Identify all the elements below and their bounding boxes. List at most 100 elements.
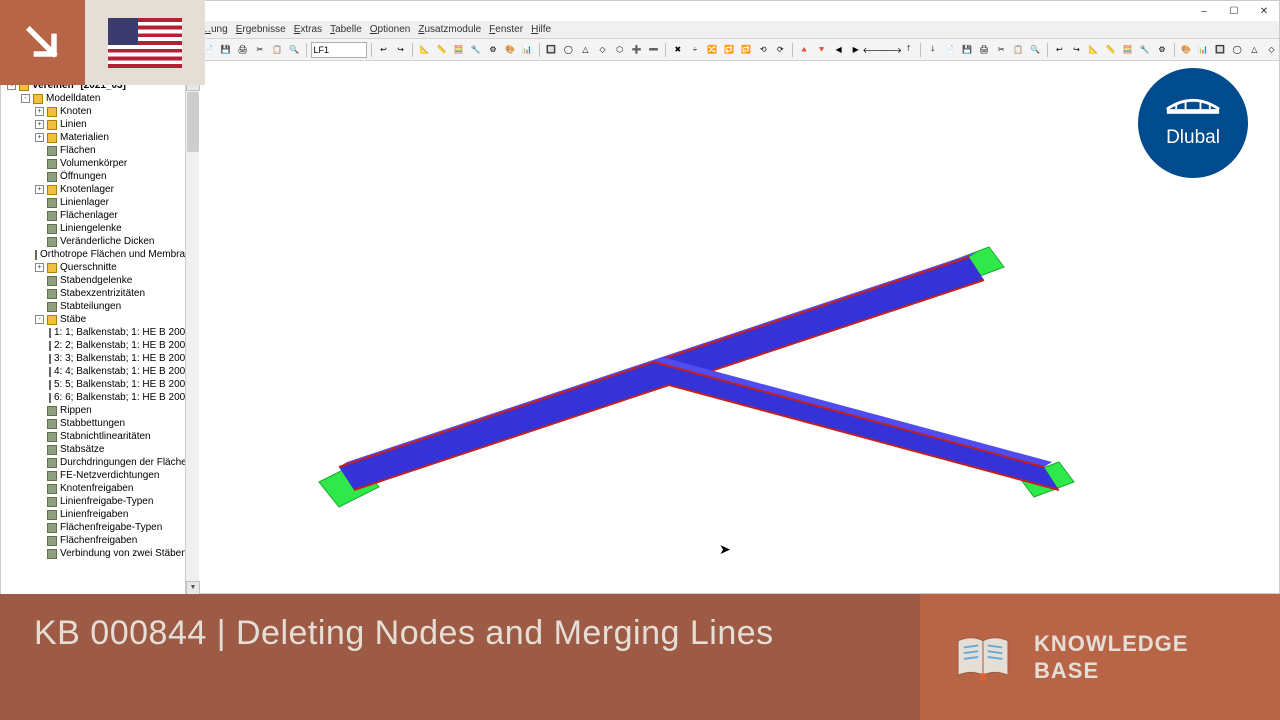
minimize-button[interactable]: –: [1189, 1, 1219, 21]
tree-item[interactable]: Flächenfreigabe-Typen: [1, 521, 198, 534]
tree-item[interactable]: Stabexzentrizitäten: [1, 287, 198, 300]
toolbar-icon[interactable]: 🔍: [286, 42, 301, 58]
toolbar-icon[interactable]: 🧮: [451, 42, 466, 58]
close-button[interactable]: ✕: [1249, 1, 1279, 21]
scroll-thumb[interactable]: [187, 92, 199, 152]
toolbar-icon[interactable]: ÷: [687, 42, 702, 58]
tree-item[interactable]: +Knotenlager: [1, 183, 198, 196]
tree-item[interactable]: Flächenlager: [1, 209, 198, 222]
tree-item[interactable]: +Linien: [1, 118, 198, 131]
toolbar-icon[interactable]: ➕: [629, 42, 644, 58]
tree-item[interactable]: +Materialien: [1, 131, 198, 144]
tree-item[interactable]: Linienlager: [1, 196, 198, 209]
tree-item[interactable]: Flächenfreigaben: [1, 534, 198, 547]
maximize-button[interactable]: ☐: [1219, 1, 1249, 21]
tree-item[interactable]: 3: 3; Balkenstab; 1: HE B 200 | DIN: [1, 352, 198, 365]
tree-item[interactable]: 2: 2; Balkenstab; 1: HE B 200 | DIN: [1, 339, 198, 352]
toolbar-icon[interactable]: ◯: [561, 42, 576, 58]
toolbar-icon[interactable]: ↩: [1052, 42, 1067, 58]
toolbar-icon[interactable]: 📊: [520, 42, 535, 58]
toolbar-icon[interactable]: 📐: [1086, 42, 1101, 58]
tree-item[interactable]: Orthotrope Flächen und Membranen: [1, 248, 198, 261]
load-case-combo[interactable]: LF1: [311, 42, 368, 58]
menu-item[interactable]: Optionen: [370, 24, 411, 35]
tree-item[interactable]: Knotenfreigaben: [1, 482, 198, 495]
toolbar-icon[interactable]: 🎨: [1178, 42, 1193, 58]
toolbar-icon[interactable]: ⬡: [612, 42, 627, 58]
tree-item[interactable]: 4: 4; Balkenstab; 1: HE B 200 | DIN: [1, 365, 198, 378]
tree-item[interactable]: Liniengelenke: [1, 222, 198, 235]
tree-item[interactable]: Flächen: [1, 144, 198, 157]
navigator-tree[interactable]: -Vereinen* [2021_03]-Modelldaten+Knoten+…: [1, 77, 198, 595]
toolbar-icon[interactable]: 📋: [269, 42, 284, 58]
toolbar-icon[interactable]: 🔻: [814, 42, 829, 58]
tree-item[interactable]: Stabnichtlinearitäten: [1, 430, 198, 443]
scroll-down-icon[interactable]: ▼: [186, 581, 200, 595]
toolbar-icon[interactable]: ⚙: [1154, 42, 1169, 58]
toolbar-icon[interactable]: 🔺: [797, 42, 812, 58]
tree-item[interactable]: Linienfreigabe-Typen: [1, 495, 198, 508]
toolbar-icon[interactable]: 🔲: [544, 42, 559, 58]
menu-item[interactable]: Zusatzmodule: [418, 24, 481, 35]
tree-item[interactable]: +Knoten: [1, 105, 198, 118]
toolbar-icon[interactable]: ◯: [1230, 42, 1245, 58]
tree-item[interactable]: Rippen: [1, 404, 198, 417]
toolbar-icon[interactable]: △: [578, 42, 593, 58]
toolbar-icon[interactable]: ➖: [646, 42, 661, 58]
tree-item[interactable]: 5: 5; Balkenstab; 1: HE B 200 | DIN: [1, 378, 198, 391]
toolbar-icon[interactable]: 💾: [959, 42, 974, 58]
tree-item[interactable]: Stabsätze: [1, 443, 198, 456]
toolbar-icon[interactable]: ↪: [393, 42, 408, 58]
toolbar-icon[interactable]: ◇: [595, 42, 610, 58]
toolbar-icon[interactable]: 💾: [218, 42, 233, 58]
menu-item[interactable]: Hilfe: [531, 24, 551, 35]
tree-item[interactable]: FE-Netzverdichtungen: [1, 469, 198, 482]
tree-item[interactable]: Volumenkörper: [1, 157, 198, 170]
toolbar-icon[interactable]: ✂: [252, 42, 267, 58]
toolbar-icon[interactable]: 📏: [434, 42, 449, 58]
toolbar-icon[interactable]: 🔂: [739, 42, 754, 58]
tree-item[interactable]: 6: 6; Balkenstab; 1: HE B 200 | DIN: [1, 391, 198, 404]
toolbar-icon[interactable]: ↩: [376, 42, 391, 58]
toolbar-icon[interactable]: 📐: [417, 42, 432, 58]
toolbar-icon[interactable]: 🡑: [901, 42, 916, 58]
tree-item[interactable]: +Querschnitte: [1, 261, 198, 274]
tree-item[interactable]: Verbindung von zwei Stäben: [1, 547, 198, 560]
toolbar-icon[interactable]: 🡐: [865, 42, 881, 58]
tree-item[interactable]: Veränderliche Dicken: [1, 235, 198, 248]
toolbar-icon[interactable]: 🔧: [1137, 42, 1152, 58]
tree-item[interactable]: -Stäbe: [1, 313, 198, 326]
toolbar-icon[interactable]: 📊: [1196, 42, 1211, 58]
toolbar-icon[interactable]: 🔁: [722, 42, 737, 58]
toolbar-icon[interactable]: 📏: [1103, 42, 1118, 58]
menu-item[interactable]: …ung: [201, 24, 228, 35]
tree-item[interactable]: Durchdringungen der Flächen: [1, 456, 198, 469]
toolbar-icon[interactable]: 🧮: [1120, 42, 1135, 58]
tree-item[interactable]: -Modelldaten: [1, 92, 198, 105]
menu-item[interactable]: Fenster: [489, 24, 523, 35]
toolbar-icon[interactable]: 🡒: [883, 42, 899, 58]
tree-item[interactable]: 1: 1; Balkenstab; 1: HE B 200 | DIN: [1, 326, 198, 339]
toolbar-icon[interactable]: 📄: [942, 42, 957, 58]
model-viewport[interactable]: ➤: [199, 61, 1279, 593]
tree-item[interactable]: Öffnungen: [1, 170, 198, 183]
toolbar-icon[interactable]: 🖨: [977, 42, 992, 58]
toolbar-icon[interactable]: △: [1247, 42, 1262, 58]
toolbar-icon[interactable]: 📋: [1011, 42, 1026, 58]
toolbar-icon[interactable]: ✖: [670, 42, 685, 58]
toolbar-icon[interactable]: ◀: [831, 42, 846, 58]
toolbar-icon[interactable]: ▶: [848, 42, 863, 58]
toolbar-icon[interactable]: 🎨: [503, 42, 518, 58]
scrollbar[interactable]: ▲ ▼: [185, 77, 199, 595]
menu-item[interactable]: Extras: [294, 24, 322, 35]
toolbar-icon[interactable]: 🔲: [1213, 42, 1228, 58]
toolbar-icon[interactable]: ◇: [1264, 42, 1279, 58]
toolbar-icon[interactable]: 🔍: [1028, 42, 1043, 58]
menu-item[interactable]: Ergebnisse: [236, 24, 286, 35]
menu-item[interactable]: Tabelle: [330, 24, 362, 35]
toolbar-icon[interactable]: 🔀: [704, 42, 719, 58]
tree-item[interactable]: Stabbettungen: [1, 417, 198, 430]
toolbar-icon[interactable]: 🔧: [468, 42, 483, 58]
tree-item[interactable]: Stabteilungen: [1, 300, 198, 313]
toolbar-icon[interactable]: 🖨: [235, 42, 250, 58]
